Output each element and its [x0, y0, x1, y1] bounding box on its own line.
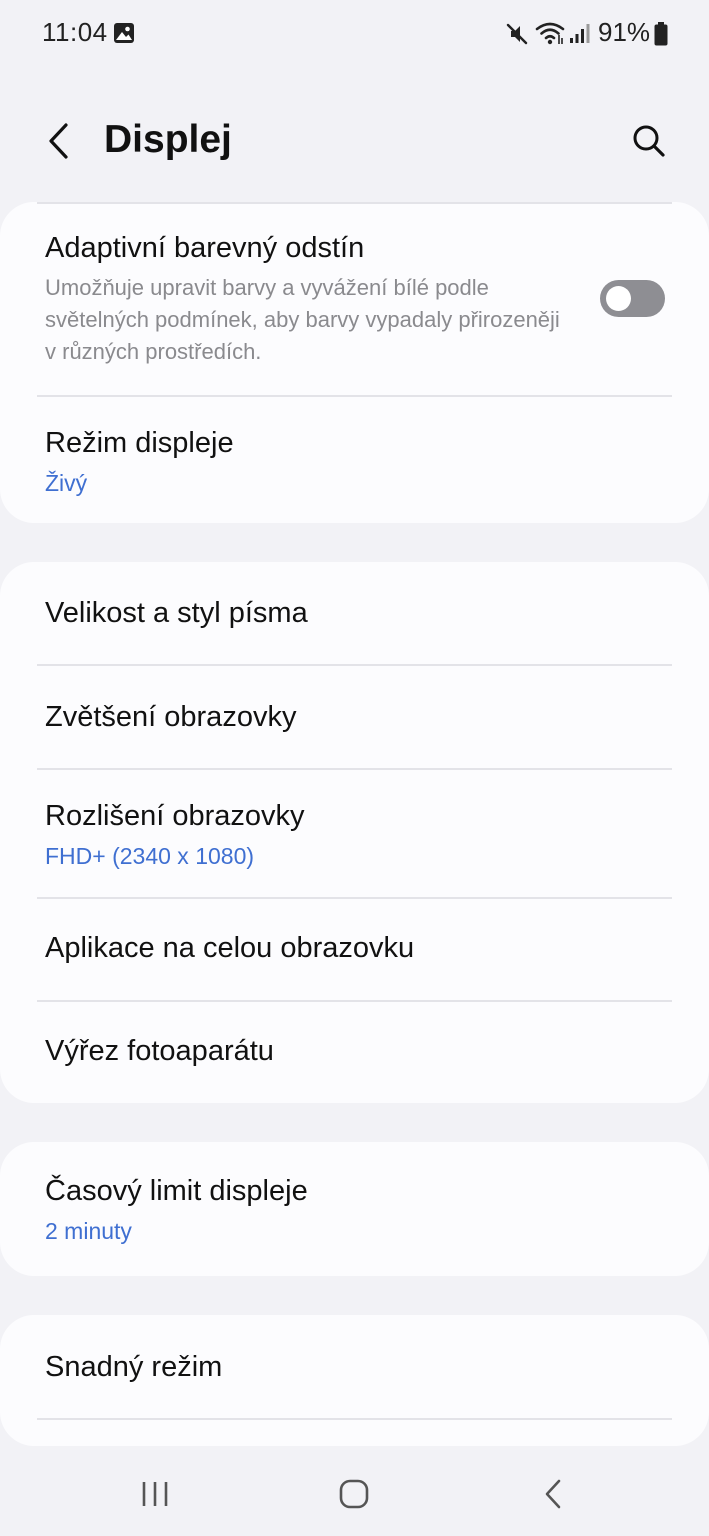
screen-resolution-item[interactable]: Rozlišení obrazovky FHD+ (2340 x 1080) — [0, 770, 709, 897]
signal-icon — [570, 24, 590, 43]
back-icon — [545, 1479, 561, 1509]
settings-group-screen: Velikost a styl písma Zvětšení obrazovky… — [0, 562, 709, 1103]
recent-apps-icon — [142, 1482, 168, 1506]
screen-timeout-title: Časový limit displeje — [45, 1175, 308, 1207]
settings-group-timeout: Časový limit displeje 2 minuty — [0, 1142, 709, 1276]
settings-group-easy: Snadný režim — [0, 1315, 709, 1446]
screen-timeout-item[interactable]: Časový limit displeje 2 minuty — [0, 1142, 709, 1276]
font-size-style-item[interactable]: Velikost a styl písma — [0, 562, 709, 664]
fullscreen-apps-item[interactable]: Aplikace na celou obrazovku — [0, 899, 709, 1001]
settings-group-color: Adaptivní barevný odstín Umožňuje upravi… — [0, 202, 709, 523]
screen-resolution-value: FHD+ (2340 x 1080) — [45, 843, 255, 869]
camera-cutout-item[interactable]: Výřez fotoaparátu — [0, 1002, 709, 1103]
adaptive-color-tone-toggle[interactable] — [600, 280, 665, 317]
easy-mode-item[interactable]: Snadný režim — [0, 1315, 709, 1419]
battery-icon — [654, 22, 668, 46]
status-time: 11:04 — [42, 17, 108, 47]
screen-timeout-value: 2 minuty — [45, 1218, 132, 1244]
adaptive-color-tone-item[interactable]: Adaptivní barevný odstín Umožňuje upravi… — [0, 202, 709, 397]
mute-icon — [506, 23, 528, 45]
toggle-knob — [606, 286, 631, 311]
app-header: Displej — [0, 100, 709, 184]
display-mode-title: Režim displeje — [45, 427, 234, 459]
back-button[interactable] — [36, 116, 80, 166]
adaptive-color-tone-title: Adaptivní barevný odstín — [45, 232, 365, 264]
screen-zoom-item[interactable]: Zvětšení obrazovky — [0, 666, 709, 768]
page-title: Displej — [104, 118, 232, 161]
fullscreen-apps-title: Aplikace na celou obrazovku — [45, 932, 415, 964]
font-size-style-title: Velikost a styl písma — [45, 597, 308, 629]
camera-cutout-title: Výřez fotoaparátu — [45, 1035, 274, 1067]
screen-resolution-title: Rozlišení obrazovky — [45, 800, 305, 832]
display-mode-value: Živý — [45, 470, 88, 496]
home-icon — [339, 1479, 369, 1509]
home-button[interactable] — [324, 1472, 384, 1516]
wifi-icon — [535, 22, 565, 45]
adaptive-color-tone-description: Umožňuje upravit barvy a vyvážení bílé p… — [45, 275, 560, 364]
status-bar: 11:04 91% — [0, 0, 709, 68]
display-mode-item[interactable]: Režim displeje Živý — [0, 397, 709, 523]
gallery-icon — [114, 23, 134, 43]
nav-back-button[interactable] — [523, 1472, 583, 1516]
search-icon — [633, 125, 665, 157]
back-arrow-icon — [49, 123, 68, 159]
display-settings-screen: 11:04 91% Displej Adaptivní barevný odst… — [0, 0, 709, 1536]
navigation-bar — [0, 1446, 709, 1536]
recent-apps-button[interactable] — [125, 1472, 185, 1516]
divider — [37, 1418, 672, 1420]
search-button[interactable] — [624, 116, 674, 166]
easy-mode-title: Snadný režim — [45, 1351, 223, 1383]
battery-percent: 91% — [598, 17, 651, 47]
screen-zoom-title: Zvětšení obrazovky — [45, 701, 297, 733]
